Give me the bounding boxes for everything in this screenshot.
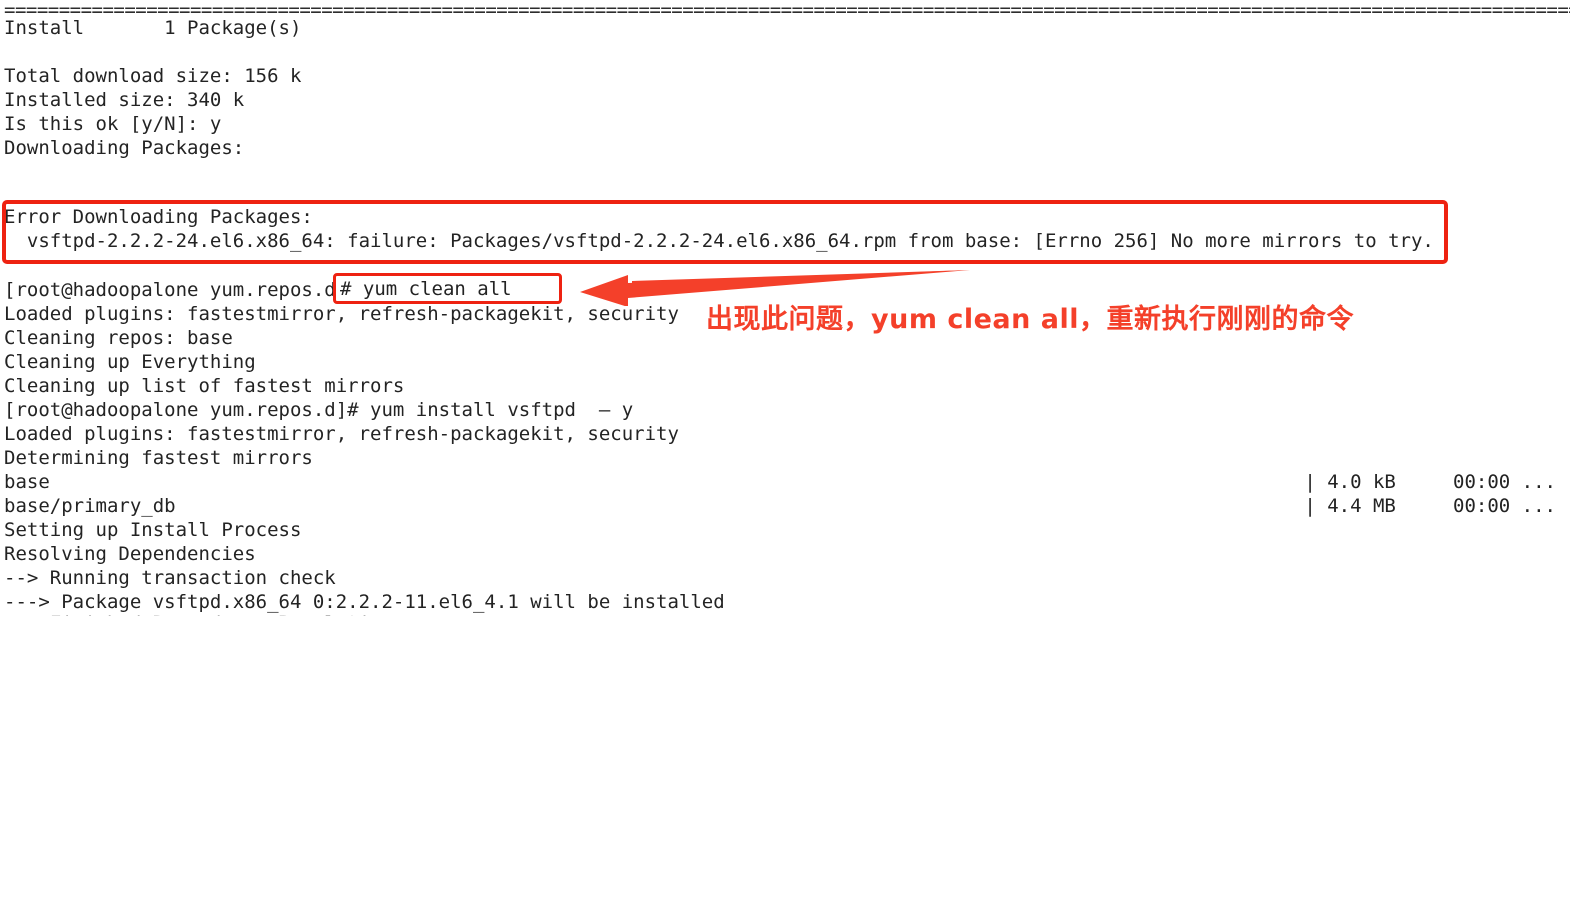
terminal-line: Total download size: 156 k [4,65,302,87]
terminal-line-repo-primarydb: base/primary_db [4,495,176,517]
terminal-line-prompt-clean: [root@hadoopalone yum.repos.d]# yum clea… [4,279,519,301]
terminal-line: Setting up Install Process [4,519,302,541]
terminal-line: Cleaning up Everything [4,351,256,373]
terminal-line: Is this ok [y/N]: y [4,113,222,135]
terminal-line: --> Running transaction check [4,567,336,589]
terminal-line: Loaded plugins: fastestmirror, refresh-p… [4,303,679,325]
terminal-line-error-detail: vsftpd-2.2.2-24.el6.x86_64: failure: Pac… [4,230,1434,252]
terminal-line: Loaded plugins: fastestmirror, refresh-p… [4,423,679,445]
terminal-line-clipped: --> Finished Dependency Resolution [4,611,704,616]
terminal-line: Cleaning up list of fastest mirrors [4,375,405,397]
terminal-line-repo-base: base [4,471,50,493]
terminal-output[interactable]: ========================================… [0,0,1570,616]
terminal-line-prompt-install: [root@hadoopalone yum.repos.d]# yum inst… [4,399,634,421]
terminal-line: Installed size: 340 k [4,89,245,111]
terminal-line: Downloading Packages: [4,137,245,159]
repo-size-time-primarydb: | 4.4 MB 00:00 ... [1304,495,1556,517]
terminal-line: Install 1 Package(s) [4,17,302,39]
terminal-line: Cleaning repos: base [4,327,233,349]
terminal-line-error-header: Error Downloading Packages: [4,206,313,228]
repo-size-time-base: | 4.0 kB 00:00 ... [1304,471,1556,493]
terminal-line: Resolving Dependencies [4,543,256,565]
terminal-line: Determining fastest mirrors [4,447,313,469]
